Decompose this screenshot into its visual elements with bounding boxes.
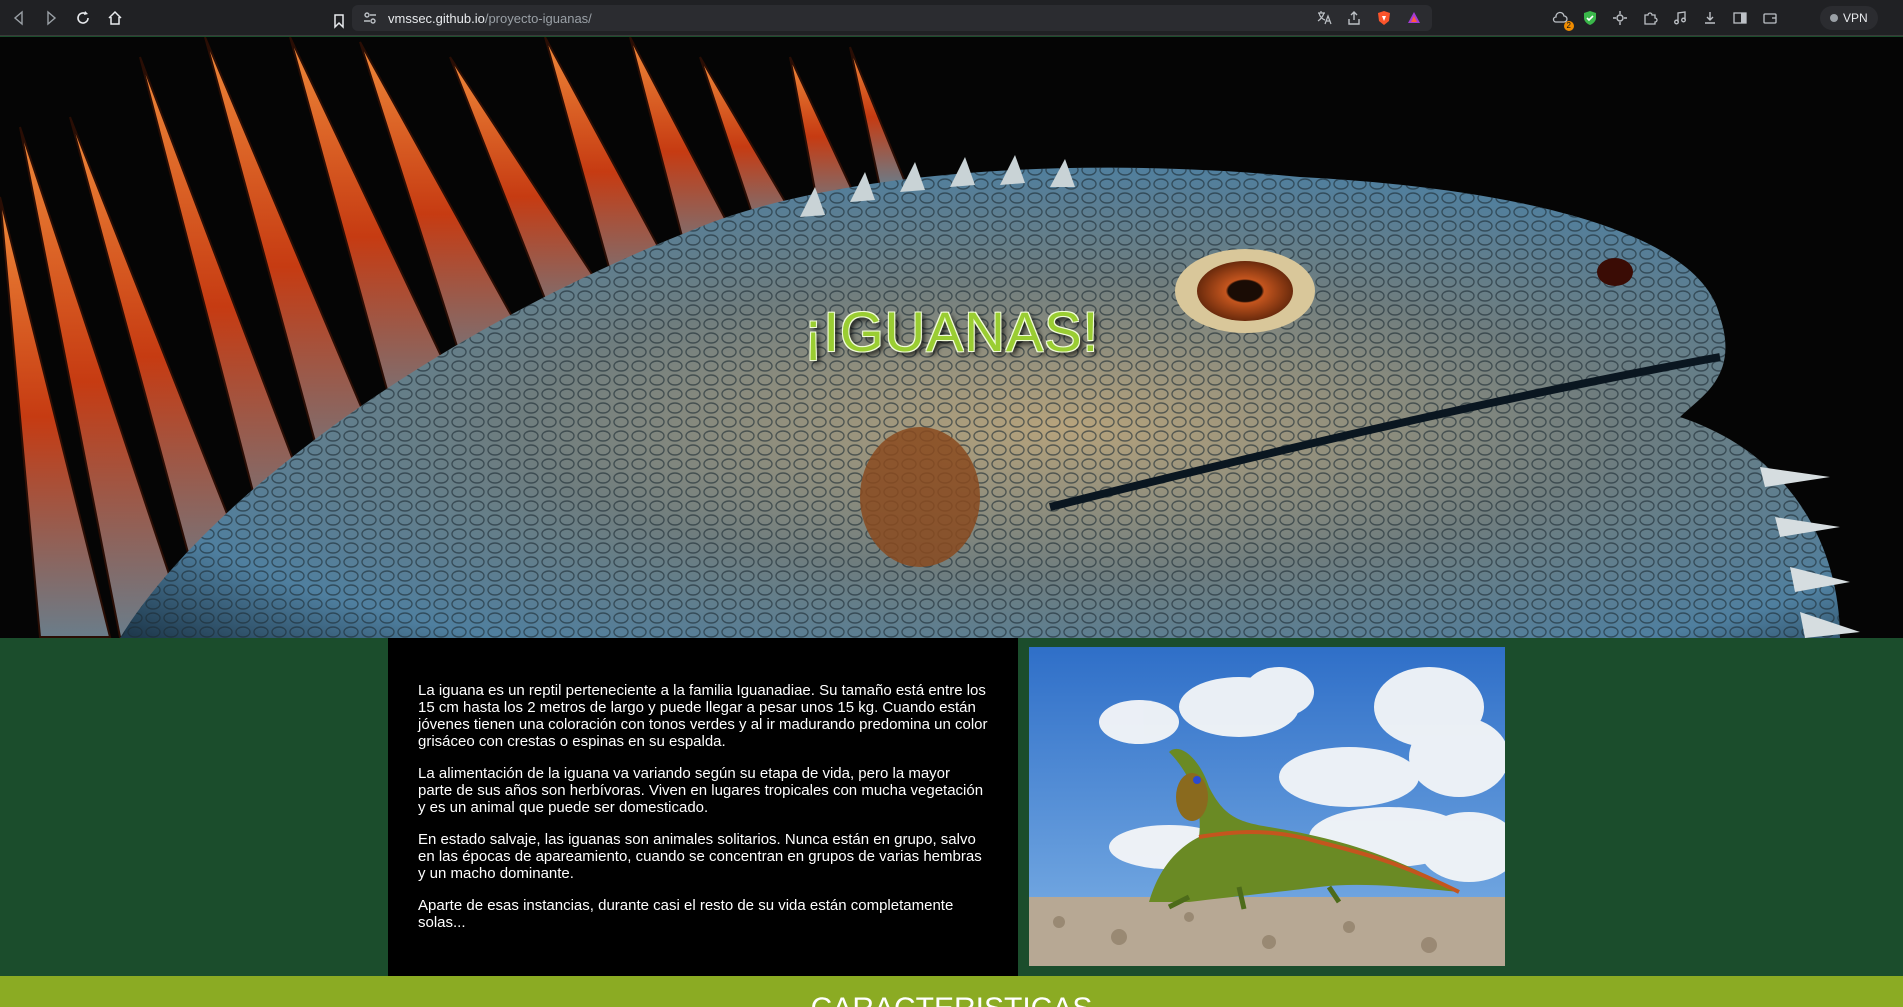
intro-paragraph: La alimentación de la iguana va variando… [418,765,984,816]
back-icon[interactable] [6,5,32,31]
home-icon[interactable] [102,5,128,31]
share-icon[interactable] [1344,8,1364,28]
address-bar[interactable]: vmssec.github.io/proyecto-iguanas/ [352,5,1432,31]
brave-rewards-icon[interactable] [1404,8,1424,28]
section-heading: CARACTERISTICAS [0,992,1903,1007]
hero-title: ¡IGUANAS! [803,300,1100,363]
reload-icon[interactable] [70,5,96,31]
download-icon[interactable] [1700,8,1720,28]
characteristics-section: CARACTERISTICAS [0,976,1903,1007]
extensions-area: 2 [1550,5,1780,31]
music-icon[interactable] [1670,8,1690,28]
url-host: vmssec.github.io [388,10,485,26]
sidebar-icon[interactable] [1730,8,1750,28]
extension-badge: 2 [1563,21,1574,31]
intro-section: La iguana es un reptil perteneciente a l… [0,638,1903,976]
intro-text-box: La iguana es un reptil perteneciente a l… [388,638,1018,976]
browser-toolbar: vmssec.github.io/proyecto-iguanas/ 2 VPN [0,0,1903,36]
site-settings-icon[interactable] [362,10,378,26]
iguana-photo [1029,647,1505,966]
wallet-icon[interactable] [1760,8,1780,28]
extension-cloud-icon[interactable]: 2 [1550,8,1574,31]
intro-paragraph: En estado salvaje, las iguanas son anima… [418,831,982,882]
brave-shield-icon[interactable] [1374,8,1394,28]
hero-banner: ¡IGUANAS! [0,37,1903,638]
url-text: vmssec.github.io/proyecto-iguanas/ [388,11,592,26]
url-path: /proyecto-iguanas/ [484,10,592,26]
vpn-button[interactable]: VPN [1820,6,1878,30]
adguard-icon[interactable] [1580,8,1600,28]
vpn-status-icon [1830,14,1838,22]
forward-icon[interactable] [38,5,64,31]
bookmark-icon[interactable] [326,8,352,34]
intro-paragraph: La iguana es un reptil perteneciente a l… [418,682,988,750]
vpn-label: VPN [1843,11,1868,25]
intro-paragraph: Aparte de esas instancias, durante casi … [418,897,954,931]
puzzle-icon[interactable] [1640,8,1660,28]
extension-gear-icon[interactable] [1610,8,1630,28]
translate-icon[interactable] [1314,8,1334,28]
